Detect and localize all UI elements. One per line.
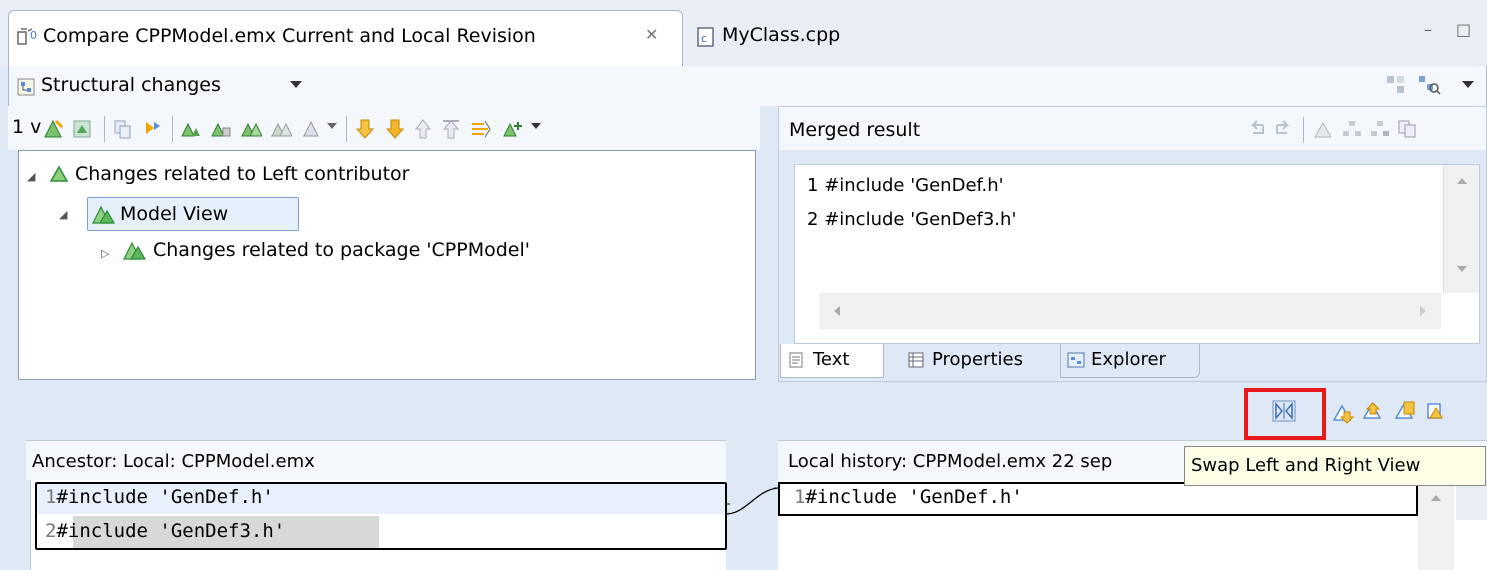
overview-ruler [1456, 480, 1487, 520]
merged-text-editor[interactable]: 1 #include 'GenDef.h' 2 #include 'GenDef… [794, 164, 1480, 344]
reject-change-icon[interactable] [210, 118, 232, 140]
diff-toolbar: 1 v [8, 106, 760, 150]
maximize-icon[interactable]: □ [1456, 20, 1471, 39]
tab-text[interactable]: Text [780, 344, 884, 378]
svg-text:0: 0 [30, 29, 37, 42]
tab-label: Explorer [1091, 349, 1166, 370]
change-triangle-icon [49, 165, 69, 183]
swap-button-highlight [1244, 388, 1326, 440]
copy-icon[interactable] [112, 118, 134, 140]
version-label: 1 v [12, 116, 42, 138]
explorer-icon [1067, 352, 1085, 368]
tab-label: Text [813, 349, 850, 370]
structural-changes-bar: Structural changes [8, 66, 1487, 106]
minimize-icon[interactable]: – [1424, 20, 1432, 39]
local-history-editor[interactable]: 1#include 'GenDef.h' [778, 480, 1487, 570]
layout-icon[interactable] [1385, 74, 1407, 96]
scroll-down-icon[interactable] [1456, 265, 1468, 273]
copy-all-right-to-left-icon[interactable] [1424, 400, 1446, 422]
merged-copy-icon[interactable] [1397, 119, 1419, 139]
merged-tree-icon[interactable] [1341, 119, 1363, 139]
reject-all-changes-icon[interactable] [270, 118, 292, 140]
ancestor-header: Ancestor: Local: CPPModel.emx [26, 440, 726, 480]
swap-tooltip: Swap Left and Right View [1184, 446, 1486, 486]
scroll-up-icon[interactable] [1456, 177, 1468, 185]
chevron-down-icon[interactable] [289, 80, 303, 90]
cpp-file-icon: c [696, 26, 716, 48]
tab-label: Properties [932, 349, 1023, 370]
group-icon[interactable] [300, 118, 322, 140]
local-line-1: 1#include 'GenDef.h' [794, 486, 1023, 508]
undo-icon[interactable] [1245, 119, 1267, 139]
scroll-right-icon[interactable] [1419, 305, 1427, 317]
expanded-arrow-icon[interactable]: ◢ [59, 208, 67, 221]
ancestor-line-2: 2#include 'GenDef3.h' [45, 520, 286, 542]
filter-icon[interactable] [1417, 74, 1441, 96]
accept-all-changes-icon[interactable] [240, 118, 262, 140]
redo-icon[interactable] [1273, 119, 1295, 139]
structure-icon [17, 78, 35, 96]
tree-item-label: Model View [120, 203, 229, 225]
merged-result-header: Merged result [778, 106, 1487, 150]
expanded-arrow-icon[interactable]: ◢ [27, 170, 35, 183]
package-changes-icon [123, 241, 147, 261]
tree-item-label: Changes related to package 'CPPModel' [153, 239, 530, 261]
diff-connector-gutter [726, 440, 778, 570]
scroll-up-icon[interactable] [1430, 494, 1442, 502]
model-view-icon [92, 205, 116, 225]
vertical-scrollbar[interactable] [1418, 480, 1454, 570]
reject-all-icon[interactable] [72, 118, 94, 140]
merged-layout-icon[interactable] [1369, 119, 1391, 139]
ancestor-line-1: 1#include 'GenDef.h' [45, 486, 274, 508]
collapsed-arrow-icon[interactable]: ▷ [101, 247, 109, 260]
tab-compare[interactable]: 0 Compare CPPModel.emx Current and Local… [8, 10, 683, 66]
merged-view-tabs: Text Properties Explorer [780, 344, 1486, 380]
next-diff-icon[interactable] [354, 118, 376, 140]
merged-result-title: Merged result [789, 119, 921, 141]
merge-icon[interactable] [142, 118, 164, 140]
tab-explorer[interactable]: Explorer [1060, 344, 1200, 378]
prev-diff-icon[interactable] [440, 118, 462, 140]
merged-action-icon[interactable] [1313, 119, 1335, 139]
prev-change-icon[interactable] [412, 118, 434, 140]
next-change-icon[interactable] [384, 118, 406, 140]
view-menu-icon[interactable] [1461, 80, 1475, 90]
copy-right-to-left-icon[interactable] [1394, 400, 1416, 422]
tab-properties[interactable]: Properties [892, 344, 1052, 378]
accept-change-icon[interactable] [180, 118, 202, 140]
editor-tab-bar: 0 Compare CPPModel.emx Current and Local… [0, 0, 1487, 66]
horizontal-scrollbar[interactable] [819, 293, 1441, 329]
local-history-title: Local history: CPPModel.emx 22 sep [788, 451, 1113, 472]
tree-item-model-view[interactable]: Model View [87, 197, 299, 231]
vertical-scrollbar[interactable] [1443, 165, 1479, 293]
tree-item-label: Changes related to Left contributor [75, 163, 410, 185]
scroll-left-icon[interactable] [833, 305, 841, 317]
text-file-icon [789, 352, 803, 368]
compare-icon: 0 [17, 27, 39, 47]
copy-left-to-right-icon[interactable] [1332, 402, 1354, 424]
properties-icon [908, 352, 924, 368]
structural-changes-dropdown[interactable]: Structural changes [41, 74, 221, 96]
tab-myclass[interactable]: c MyClass.cpp [690, 10, 890, 66]
structural-diff-tree: ◢ Changes related to Left contributor ◢ … [18, 150, 756, 380]
accept-all-icon[interactable] [42, 118, 64, 140]
tab-compare-title: Compare CPPModel.emx Current and Local R… [43, 25, 536, 47]
filter-dropdown-icon[interactable] [530, 122, 542, 132]
svg-text:c: c [701, 32, 707, 45]
close-icon[interactable]: ✕ [645, 25, 658, 44]
filter-changes-icon[interactable] [502, 118, 524, 140]
ancestor-title: Ancestor: Local: CPPModel.emx [32, 451, 315, 472]
merged-line-2: 2 #include 'GenDef3.h' [807, 209, 1017, 230]
merged-line-1: 1 #include 'GenDef.h' [807, 175, 1004, 196]
ancestor-editor[interactable]: 1#include 'GenDef.h' 2#include 'GenDef3.… [30, 480, 727, 570]
expand-icon[interactable] [470, 118, 492, 140]
copy-all-left-to-right-icon[interactable] [1362, 400, 1384, 422]
group-dropdown-icon[interactable] [326, 122, 338, 132]
tab-myclass-title: MyClass.cpp [722, 24, 841, 46]
